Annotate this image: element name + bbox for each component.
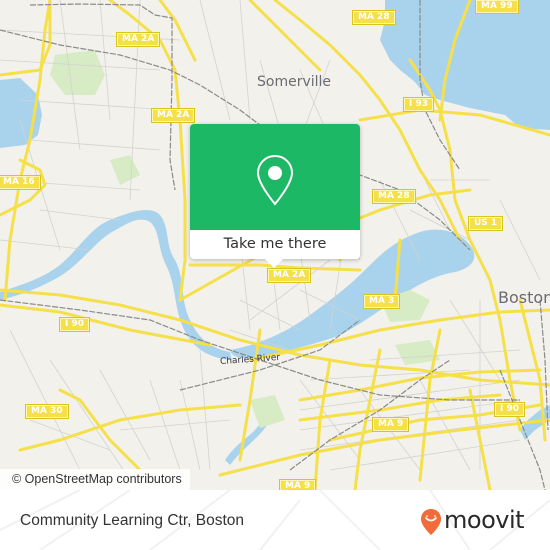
place-label-somerville: Somerville bbox=[257, 74, 332, 90]
park bbox=[50, 50, 105, 95]
route-shield-ma-3: MA 3 bbox=[364, 295, 400, 308]
route-shield-ma-99: MA 99 bbox=[476, 0, 518, 13]
moovit-smile-pin-icon bbox=[421, 509, 441, 535]
route-shield-us-1: US 1 bbox=[469, 217, 503, 230]
place-label-boston: Boston bbox=[498, 288, 550, 307]
route-shield-ma-30: MA 30 bbox=[26, 405, 68, 418]
park bbox=[110, 155, 140, 185]
map-attribution[interactable]: © OpenStreetMap contributors bbox=[0, 469, 190, 490]
moovit-wordmark: moovit bbox=[444, 506, 525, 534]
location-popup[interactable]: Take me there bbox=[190, 124, 360, 268]
popup-pointer bbox=[265, 259, 283, 268]
route-shield-ma-16: MA 16 bbox=[0, 176, 40, 189]
route-shield-ma-28: MA 28 bbox=[353, 11, 395, 24]
take-me-there-button[interactable]: Take me there bbox=[190, 230, 360, 259]
route-shield-ma-2a: MA 2A bbox=[268, 269, 311, 282]
park bbox=[250, 395, 285, 428]
popup-header[interactable] bbox=[190, 124, 360, 230]
route-shield-ma-2a: MA 2A bbox=[152, 109, 195, 122]
route-shield-ma-9: MA 9 bbox=[373, 418, 409, 431]
location-title: Community Learning Ctr, Boston bbox=[20, 512, 244, 529]
map-view[interactable]: Somerville Boston Charles River MA 99 MA… bbox=[0, 0, 550, 490]
route-shield-i-90: I 90 bbox=[60, 318, 90, 331]
route-shield-ma-28: MA 28 bbox=[373, 190, 415, 203]
route-shield-i-90: I 90 bbox=[495, 403, 525, 416]
route-shield-ma-9: MA 9 bbox=[280, 480, 316, 490]
map-pin-icon bbox=[256, 154, 294, 206]
route-shield-ma-2a: MA 2A bbox=[117, 33, 160, 46]
footer-bar: Community Learning Ctr, Boston moovit bbox=[0, 490, 550, 550]
route-shield-i-93: I 93 bbox=[404, 98, 434, 111]
